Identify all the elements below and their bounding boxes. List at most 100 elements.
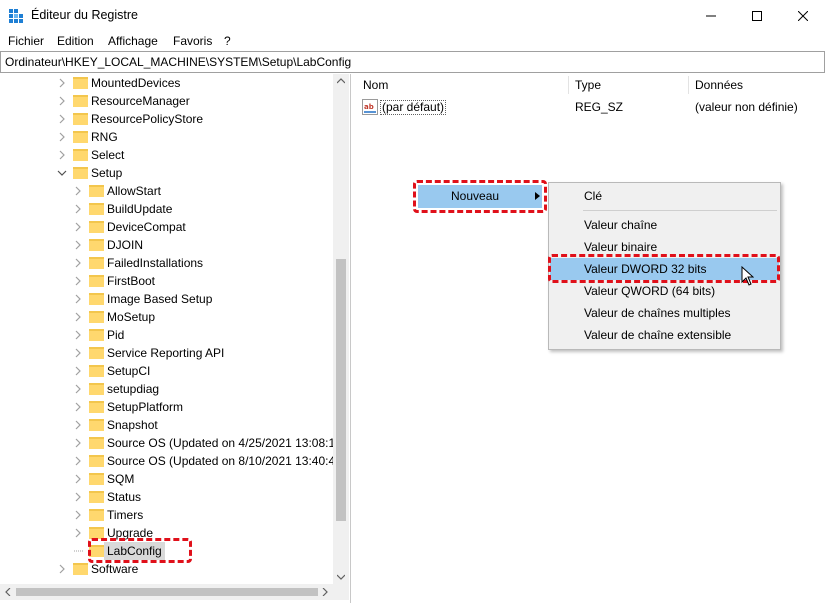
menu-edition[interactable]: Edition <box>57 34 94 48</box>
value-type: REG_SZ <box>575 100 624 114</box>
tree-item[interactable]: Timers <box>0 506 333 524</box>
chevron-down-icon[interactable] <box>56 164 68 182</box>
chevron-right-icon[interactable] <box>56 92 68 110</box>
submenu-item-key[interactable]: Clé <box>550 185 779 207</box>
tree-connector-icon[interactable] <box>72 542 84 560</box>
chevron-right-icon[interactable] <box>72 524 84 542</box>
chevron-right-icon[interactable] <box>56 560 68 578</box>
tree-item[interactable]: DeviceCompat <box>0 218 333 236</box>
address-bar[interactable]: Ordinateur\HKEY_LOCAL_MACHINE\SYSTEM\Set… <box>0 51 825 73</box>
tree-item[interactable]: Status <box>0 488 333 506</box>
chevron-right-icon[interactable] <box>72 326 84 344</box>
scroll-left-icon[interactable] <box>5 588 11 596</box>
chevron-right-icon[interactable] <box>72 182 84 200</box>
tree-item[interactable]: Source OS (Updated on 8/10/2021 13:40:44… <box>0 452 346 470</box>
chevron-right-icon[interactable] <box>72 344 84 362</box>
mouse-cursor-icon <box>741 266 754 286</box>
submenu-item-expandable-string-value[interactable]: Valeur de chaîne extensible <box>550 324 779 346</box>
tree-item[interactable]: SetupPlatform <box>0 398 333 416</box>
chevron-right-icon[interactable] <box>72 254 84 272</box>
chevron-right-icon[interactable] <box>72 380 84 398</box>
chevron-right-icon[interactable] <box>56 146 68 164</box>
chevron-right-icon[interactable] <box>72 488 84 506</box>
submenu-item-multi-string-value[interactable]: Valeur de chaînes multiples <box>550 302 779 324</box>
tree-item[interactable]: Setup <box>0 164 333 182</box>
chevron-right-icon[interactable] <box>72 272 84 290</box>
tree-item[interactable]: AllowStart <box>0 182 333 200</box>
tree-item-label: Source OS (Updated on 4/25/2021 13:08:14… <box>107 436 346 450</box>
tree-item[interactable]: FailedInstallations <box>0 254 333 272</box>
value-row[interactable]: ab (par défaut) REG_SZ (valeur non défin… <box>361 98 821 116</box>
minimize-button[interactable] <box>688 0 734 31</box>
tree-item[interactable]: Software <box>0 560 333 578</box>
folder-icon <box>89 455 104 467</box>
tree-horizontal-scrollbar[interactable] <box>0 584 333 600</box>
folder-icon <box>89 293 104 305</box>
column-header-data[interactable]: Données <box>695 74 743 96</box>
chevron-right-icon[interactable] <box>56 110 68 128</box>
tree-item[interactable]: ResourcePolicyStore <box>0 110 333 128</box>
folder-icon <box>89 203 104 215</box>
menu-affichage[interactable]: Affichage <box>108 34 158 48</box>
tree-item[interactable]: ResourceManager <box>0 92 333 110</box>
chevron-right-icon[interactable] <box>72 506 84 524</box>
folder-icon <box>89 401 104 413</box>
tree-item[interactable]: RNG <box>0 128 333 146</box>
chevron-right-icon[interactable] <box>72 470 84 488</box>
chevron-right-icon[interactable] <box>56 128 68 146</box>
minimize-icon <box>706 15 716 16</box>
chevron-right-icon[interactable] <box>72 218 84 236</box>
tree-hscroll-thumb[interactable] <box>16 588 318 596</box>
tree-vscroll-thumb[interactable] <box>336 259 346 521</box>
tree-item[interactable]: FirstBoot <box>0 272 333 290</box>
tree-item-label: MoSetup <box>107 310 156 324</box>
chevron-right-icon[interactable] <box>72 236 84 254</box>
chevron-right-icon[interactable] <box>72 362 84 380</box>
tree-item[interactable]: MoSetup <box>0 308 333 326</box>
tree-item[interactable]: Select <box>0 146 333 164</box>
chevron-right-icon[interactable] <box>72 434 84 452</box>
menu-help[interactable]: ? <box>224 34 231 48</box>
tree-item[interactable]: DJOIN <box>0 236 333 254</box>
column-divider[interactable] <box>688 76 689 94</box>
tree-item[interactable]: SQM <box>0 470 333 488</box>
scroll-up-icon[interactable] <box>337 78 345 84</box>
chevron-right-icon[interactable] <box>72 452 84 470</box>
chevron-right-icon[interactable] <box>72 200 84 218</box>
chevron-right-icon[interactable] <box>72 290 84 308</box>
tree-item[interactable]: setupdiag <box>0 380 333 398</box>
folder-icon <box>89 509 104 521</box>
scroll-down-icon[interactable] <box>337 574 345 580</box>
menu-favoris[interactable]: Favoris <box>173 34 212 48</box>
tree-vertical-scrollbar[interactable] <box>333 74 349 584</box>
folder-icon <box>89 239 104 251</box>
svg-text:ab: ab <box>364 103 374 111</box>
column-header-type[interactable]: Type <box>575 74 601 96</box>
tree-item[interactable]: MountedDevices <box>0 74 333 92</box>
chevron-right-icon[interactable] <box>72 308 84 326</box>
tree-item-label: Software <box>91 562 139 576</box>
close-button[interactable] <box>780 0 826 31</box>
tree-item-label: RNG <box>91 130 118 144</box>
tree-item[interactable]: Image Based Setup <box>0 290 333 308</box>
maximize-button[interactable] <box>734 0 780 31</box>
menu-fichier[interactable]: Fichier <box>8 34 44 48</box>
tree-item-label: DJOIN <box>107 238 143 252</box>
chevron-right-icon[interactable] <box>72 398 84 416</box>
tree-item[interactable]: SetupCI <box>0 362 333 380</box>
submenu-item-string-value[interactable]: Valeur chaîne <box>550 214 779 236</box>
tree-item-label: FirstBoot <box>107 274 156 288</box>
column-header-name[interactable]: Nom <box>363 74 388 96</box>
tree-item[interactable]: Service Reporting API <box>0 344 333 362</box>
key-tree[interactable]: MountedDevices ResourceManager ResourcePol… <box>0 74 351 603</box>
tree-item[interactable]: Source OS (Updated on 4/25/2021 13:08:14… <box>0 434 346 452</box>
chevron-right-icon[interactable] <box>72 416 84 434</box>
scroll-right-icon[interactable] <box>322 588 328 596</box>
folder-icon <box>73 131 88 143</box>
tree-item[interactable]: Pid <box>0 326 333 344</box>
title-bar: Éditeur du Registre <box>0 0 826 31</box>
tree-item[interactable]: BuildUpdate <box>0 200 333 218</box>
chevron-right-icon[interactable] <box>56 74 68 92</box>
tree-item[interactable]: Snapshot <box>0 416 333 434</box>
column-divider[interactable] <box>568 76 569 94</box>
